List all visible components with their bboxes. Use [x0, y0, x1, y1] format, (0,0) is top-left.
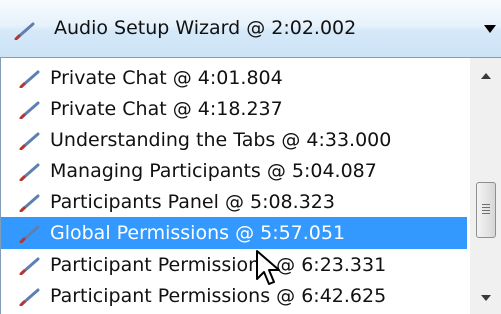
- pencil-icon: [19, 257, 40, 275]
- pencil-icon: [14, 22, 35, 40]
- list-item[interactable]: Managing Participants @ 5:04.087: [9, 155, 467, 187]
- pencil-icon: [19, 101, 40, 119]
- dropdown-selected-label: Audio Setup Wizard @ 2:02.002: [54, 17, 357, 39]
- pencil-icon: [19, 132, 40, 150]
- pencil-icon: [19, 70, 40, 88]
- pencil-icon: [19, 163, 40, 181]
- list-item-label: Managing Participants @ 5:04.087: [50, 160, 377, 182]
- pencil-icon: [19, 225, 40, 243]
- list-item[interactable]: Participant Permissions @ 6:23.331: [9, 249, 467, 281]
- scrollbar-thumb[interactable]: [476, 182, 496, 238]
- list-item-label: Participants Panel @ 5:08.323: [50, 191, 335, 213]
- list-item[interactable]: Private Chat @ 4:01.804: [9, 62, 467, 94]
- list-item-label: Understanding the Tabs @ 4:33.000: [50, 129, 392, 151]
- list-item-label: Participant Permissions @ 6:42.625: [50, 285, 387, 307]
- list-item-label: Participant Permissions @ 6:23.331: [50, 254, 387, 276]
- pencil-icon: [19, 194, 40, 212]
- vertical-scrollbar[interactable]: [470, 58, 501, 314]
- chevron-down-icon[interactable]: [483, 24, 497, 34]
- scroll-down-arrow-icon[interactable]: [480, 294, 492, 302]
- pencil-icon: [19, 288, 40, 306]
- mouse-cursor-icon: [256, 250, 280, 285]
- scroll-up-arrow-icon[interactable]: [480, 72, 492, 80]
- chapter-list: Private Chat @ 4:01.804 Private Chat @ 4…: [0, 58, 501, 314]
- chapter-dropdown[interactable]: Audio Setup Wizard @ 2:02.002: [0, 0, 501, 58]
- list-item[interactable]: Understanding the Tabs @ 4:33.000: [9, 124, 467, 156]
- list-item[interactable]: Participant Permissions @ 6:42.625: [9, 280, 467, 312]
- list-item-selected[interactable]: Global Permissions @ 5:57.051: [1, 217, 467, 249]
- list-item[interactable]: Participants Panel @ 5:08.323: [9, 186, 467, 218]
- list-item-label: Global Permissions @ 5:57.051: [50, 222, 346, 244]
- list-item-label: Private Chat @ 4:01.804: [50, 67, 283, 89]
- list-item-label: Private Chat @ 4:18.237: [50, 98, 283, 120]
- list-item[interactable]: Private Chat @ 4:18.237: [9, 93, 467, 125]
